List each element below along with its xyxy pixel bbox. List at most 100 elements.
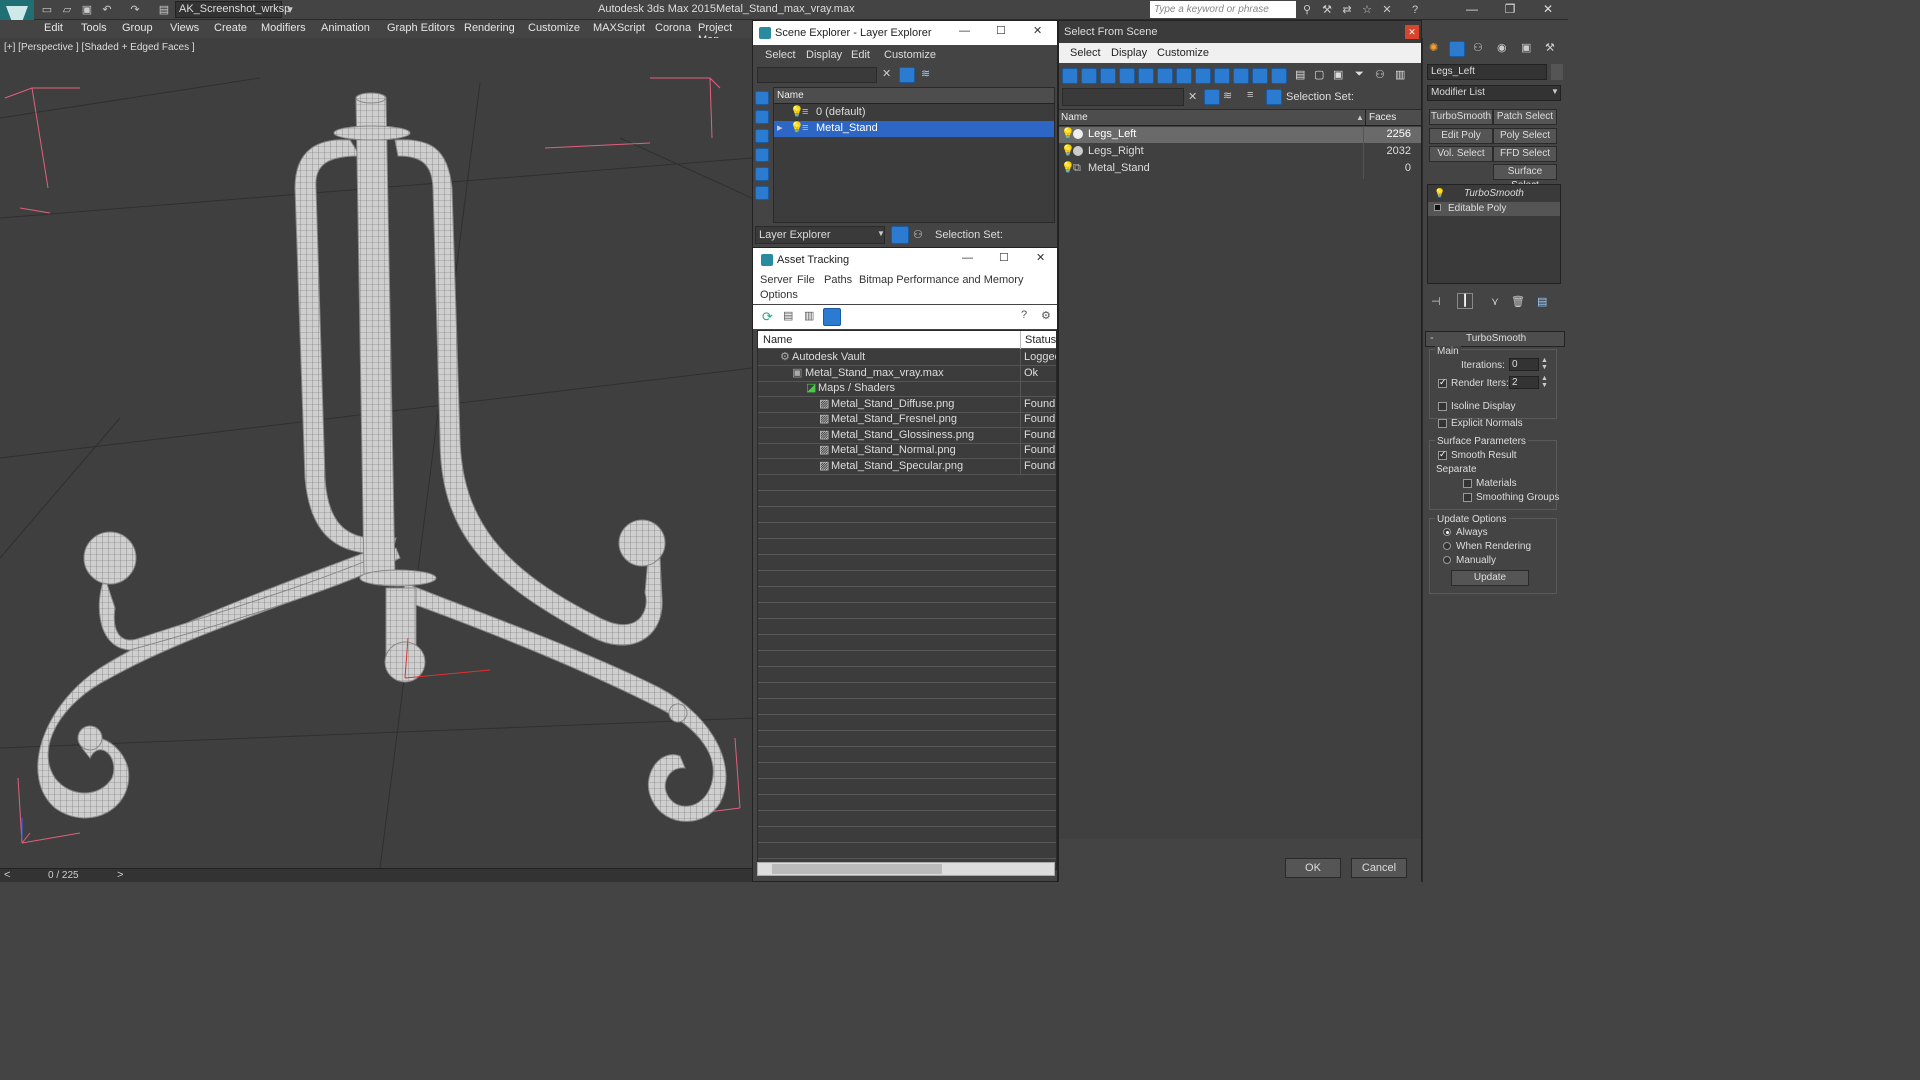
open-file-icon[interactable]: ▱ <box>60 3 74 17</box>
table-view-icon[interactable] <box>823 308 841 326</box>
turbosmooth-rollout-header[interactable]: - TurboSmooth <box>1425 331 1565 347</box>
save-icon[interactable]: ▣ <box>80 3 94 17</box>
se-display-geometry-icon[interactable] <box>755 91 769 105</box>
cancel-button[interactable]: Cancel <box>1351 858 1407 878</box>
utilities-tab-icon[interactable]: ⚒ <box>1545 41 1555 54</box>
se-display-spacewarps-icon[interactable] <box>755 186 769 200</box>
se-menu-edit[interactable]: Edit <box>851 49 870 61</box>
spinner-arrows-icon[interactable]: ▲ ▼ <box>1541 375 1548 389</box>
chevron-down-icon[interactable]: ▼ <box>1551 87 1559 96</box>
at-maximize-button[interactable]: ☐ <box>999 251 1009 264</box>
sfs-bones-icon[interactable] <box>1214 68 1230 84</box>
se-layers-icon[interactable]: ≋ <box>921 67 930 80</box>
display-tab-icon[interactable]: ▣ <box>1521 41 1531 54</box>
sfs-helpers-icon[interactable] <box>1138 68 1154 84</box>
at-row-vault[interactable]: ⚙ Autodesk Vault Logged <box>758 350 1056 366</box>
sfs-menu-select[interactable]: Select <box>1070 47 1101 59</box>
at-menu-bitmap[interactable]: Bitmap Performance and Memory <box>859 274 1023 286</box>
explicit-normals-checkbox[interactable] <box>1438 419 1447 428</box>
pin-stack-icon[interactable]: ⊣ <box>1431 295 1441 308</box>
when-rendering-radio[interactable] <box>1443 542 1451 550</box>
menu-customize[interactable]: Customize <box>528 22 580 34</box>
menu-group[interactable]: Group <box>122 22 153 34</box>
redo-icon[interactable]: ↷ <box>128 3 142 17</box>
se-col-name[interactable]: Name <box>774 88 1054 104</box>
sfs-search-input[interactable] <box>1062 88 1184 106</box>
menu-tools[interactable]: Tools <box>81 22 107 34</box>
sfs-invert-selection-icon[interactable]: ▣ <box>1333 68 1343 81</box>
se-menu-display[interactable]: Display <box>806 49 842 61</box>
ffd-select-button[interactable]: FFD Select <box>1493 146 1557 162</box>
at-menu-paths[interactable]: Paths <box>824 274 852 286</box>
configure-sets-icon[interactable]: ▤ <box>1537 295 1547 308</box>
vol-select-button[interactable]: Vol. Select <box>1429 146 1493 162</box>
sfs-filter-icon[interactable]: ⏷ <box>1355 68 1364 81</box>
perspective-viewport[interactable]: [+] [Perspective ] [Shaded + Edged Faces… <box>0 38 752 868</box>
at-row-maxfile[interactable]: ▣ Metal_Stand_max_vray.max Ok <box>758 366 1056 382</box>
help-icon[interactable]: ? <box>1021 309 1027 321</box>
se-display-lights-icon[interactable] <box>755 129 769 143</box>
at-menu-options[interactable]: Options <box>760 289 798 301</box>
se-layer-mode-icon[interactable] <box>891 226 909 244</box>
refresh-icon[interactable]: ⟳ <box>762 309 773 325</box>
patch-select-button[interactable]: Patch Select <box>1493 109 1557 125</box>
smoothing-groups-checkbox[interactable] <box>1463 493 1472 502</box>
modify-tab-icon[interactable] <box>1449 41 1465 57</box>
close-button[interactable]: ✕ <box>1538 2 1558 18</box>
sfs-row-legs-left[interactable]: 💡 Legs_Left 2256 <box>1059 127 1421 143</box>
isoline-checkbox[interactable] <box>1438 402 1447 411</box>
expand-arrow-icon[interactable]: ▸ <box>777 121 783 136</box>
maximize-button[interactable]: ❐ <box>1500 2 1520 18</box>
render-iters-spinner[interactable]: 2 <box>1509 376 1539 389</box>
sfs-hierarchy-mode-icon[interactable] <box>1266 89 1282 105</box>
edit-poly-button[interactable]: Edit Poly <box>1429 128 1493 144</box>
se-row-default-layer[interactable]: 💡 ≡ 0 (default) <box>774 105 1054 121</box>
stack-item-turbosmooth[interactable]: TurboSmooth <box>1464 188 1524 199</box>
smooth-result-checkbox[interactable] <box>1438 449 1447 460</box>
sfs-groups-icon[interactable] <box>1176 68 1192 84</box>
menu-views[interactable]: Views <box>170 22 199 34</box>
collapse-icon[interactable]: - <box>1430 332 1434 344</box>
sfs-col-faces[interactable]: Faces <box>1365 110 1396 125</box>
sfs-layers-icon[interactable]: ≡ <box>1247 89 1253 101</box>
sfs-select-none-icon[interactable]: ▢ <box>1314 68 1324 81</box>
se-explorer-dropdown[interactable]: Layer Explorer <box>755 226 885 244</box>
se-display-helpers-icon[interactable] <box>755 167 769 181</box>
at-menu-file[interactable]: File <box>797 274 815 286</box>
sfs-columns-icon[interactable]: ▥ <box>1395 68 1405 81</box>
sfs-select-all-icon[interactable]: ▤ <box>1295 68 1305 81</box>
menu-animation[interactable]: Animation <box>321 22 370 34</box>
time-slider[interactable]: < 0 / 225 > <box>0 868 752 882</box>
sfs-row-legs-right[interactable]: 💡 Legs_Right 2032 <box>1059 144 1421 160</box>
communication-icon[interactable]: ✕ <box>1380 3 1394 17</box>
binoculars-icon[interactable]: ⚲ <box>1300 3 1314 17</box>
at-row-diffuse[interactable]: ▨ Metal_Stand_Diffuse.png Found <box>758 397 1056 413</box>
workspace-dropdown[interactable]: AK_Screenshot_wrksp <box>175 1 290 18</box>
new-file-icon[interactable]: ▭ <box>40 3 54 17</box>
se-row-metal-stand[interactable]: ▸ 💡 ≡ Metal_Stand <box>774 121 1054 137</box>
workspace-chevron-icon[interactable]: ▾ <box>283 3 297 17</box>
se-minimize-button[interactable]: — <box>959 25 970 37</box>
remove-modifier-icon[interactable]: 🗑 <box>1511 295 1525 308</box>
project-icon[interactable]: ▤ <box>157 3 171 17</box>
modifier-list-dropdown[interactable]: Modifier List <box>1427 85 1561 101</box>
star-icon[interactable]: ☆ <box>1360 3 1374 17</box>
sfs-geometry-icon[interactable] <box>1062 68 1078 84</box>
sfs-containers-icon[interactable] <box>1233 68 1249 84</box>
sfs-find-filter-icon[interactable] <box>1204 89 1220 105</box>
se-clear-search-icon[interactable]: ✕ <box>882 67 891 80</box>
sfs-close-button[interactable]: ✕ <box>1405 25 1419 39</box>
at-minimize-button[interactable]: — <box>962 252 973 264</box>
show-end-result-icon[interactable]: ┃ <box>1457 293 1473 309</box>
time-prev-button[interactable]: < <box>4 869 10 881</box>
manually-radio[interactable] <box>1443 556 1451 564</box>
sfs-shapes-icon[interactable] <box>1081 68 1097 84</box>
se-display-shapes-icon[interactable] <box>755 110 769 124</box>
at-col-name[interactable]: Name <box>763 331 792 349</box>
menu-create[interactable]: Create <box>214 22 247 34</box>
menu-graph-editors[interactable]: Graph Editors <box>387 22 455 34</box>
menu-edit[interactable]: Edit <box>44 22 63 34</box>
time-next-button[interactable]: > <box>117 869 123 881</box>
sort-ascending-icon[interactable]: ▲ <box>1356 110 1364 125</box>
sfs-menu-customize[interactable]: Customize <box>1157 47 1209 59</box>
